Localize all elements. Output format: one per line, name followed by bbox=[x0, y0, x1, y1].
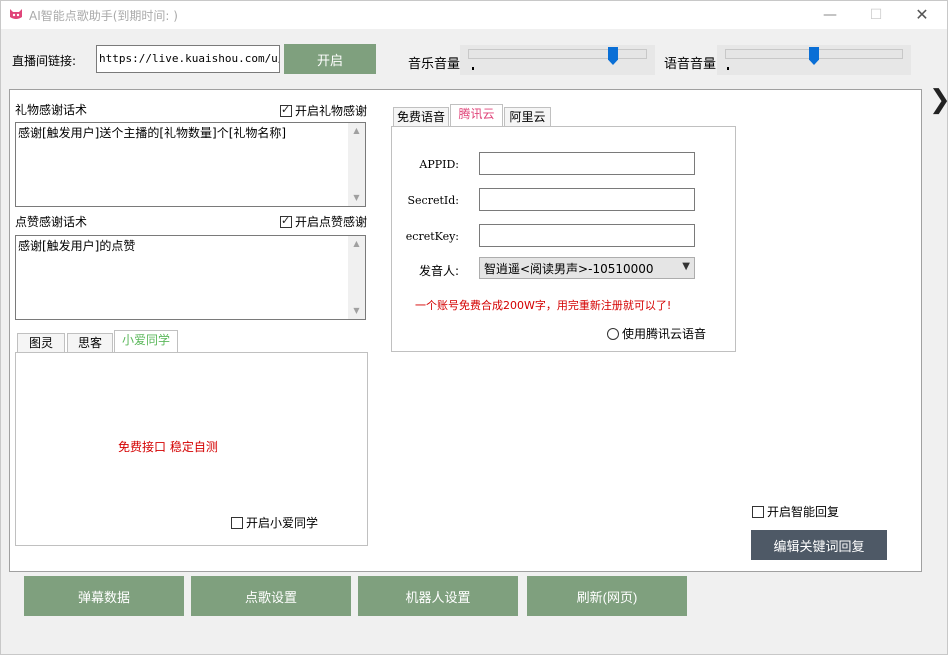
robot-settings-button[interactable]: 机器人设置 bbox=[358, 576, 518, 616]
cat-face-icon bbox=[10, 9, 22, 19]
like-thanks-toggle-label: 开启点赞感谢 bbox=[295, 215, 368, 229]
gift-scrollbar[interactable]: ▲ ▼ bbox=[348, 123, 365, 206]
tab-free-voice[interactable]: 免费语音 bbox=[393, 107, 449, 127]
voice-volume-thumb[interactable] bbox=[809, 47, 819, 65]
smart-reply-toggle[interactable]: 开启智能回复 bbox=[752, 503, 839, 520]
gift-thanks-toggle[interactable]: 开启礼物感谢 bbox=[280, 102, 367, 119]
edit-keyword-reply-button[interactable]: 编辑关键词回复 bbox=[751, 530, 887, 560]
use-tencent-voice-radio[interactable] bbox=[607, 328, 619, 340]
close-button[interactable]: ✕ bbox=[899, 1, 945, 29]
tab-tencent[interactable]: 腾讯云 bbox=[450, 104, 503, 126]
voice-volume-label: 语音音量 bbox=[664, 57, 717, 72]
music-volume-label: 音乐音量 bbox=[408, 57, 461, 72]
music-volume-tick bbox=[472, 67, 474, 70]
speaker-select[interactable]: 智逍遥<阅读男声>-10510000 ▼ bbox=[479, 257, 695, 279]
title-bar: AI智能点歌助手(到期时间: ) — ☐ ✕ bbox=[1, 1, 947, 29]
use-tencent-voice-option[interactable]: 使用腾讯云语音 bbox=[607, 325, 706, 342]
minimize-button[interactable]: — bbox=[807, 1, 853, 29]
live-url-input[interactable]: https://live.kuaishou.com/u/3x bbox=[96, 45, 280, 73]
url-label: 直播间链接: bbox=[12, 54, 77, 68]
appid-input[interactable] bbox=[479, 152, 695, 175]
maximize-button[interactable]: ☐ bbox=[853, 1, 899, 29]
xiaoai-toggle[interactable]: 开启小爱同学 bbox=[231, 514, 318, 531]
scroll-down-icon[interactable]: ▼ bbox=[348, 303, 365, 319]
secretid-label: SecretId: bbox=[407, 194, 460, 207]
voice-volume-slider[interactable] bbox=[717, 45, 911, 75]
music-volume-thumb[interactable] bbox=[607, 47, 618, 65]
smart-reply-toggle-label: 开启智能回复 bbox=[767, 505, 840, 519]
scroll-up-icon[interactable]: ▲ bbox=[348, 236, 365, 252]
window-title: AI智能点歌助手(到期时间: ) bbox=[29, 9, 178, 23]
like-thanks-toggle[interactable]: 开启点赞感谢 bbox=[280, 213, 367, 230]
use-tencent-voice-label: 使用腾讯云语音 bbox=[622, 327, 707, 341]
like-scrollbar[interactable]: ▲ ▼ bbox=[348, 236, 365, 319]
xiaoai-notice: 免费接口 稳定自测 bbox=[118, 440, 218, 454]
gift-thanks-checkbox[interactable] bbox=[280, 103, 292, 117]
gift-thanks-textarea[interactable]: 感谢[触发用户]送个主播的[礼物数量]个[礼物名称] ▲ ▼ bbox=[15, 122, 366, 207]
song-settings-button[interactable]: 点歌设置 bbox=[191, 576, 351, 616]
danmaku-data-button[interactable]: 弹幕数据 bbox=[24, 576, 184, 616]
music-volume-slider[interactable] bbox=[460, 45, 655, 75]
app-window: AI智能点歌助手(到期时间: ) — ☐ ✕ 直播间链接: https://li… bbox=[0, 0, 948, 655]
chevron-down-icon: ▼ bbox=[682, 261, 690, 272]
secretkey-label: ecretKey: bbox=[405, 230, 459, 243]
music-volume-track bbox=[468, 49, 647, 59]
start-button[interactable]: 开启 bbox=[284, 44, 376, 74]
xiaoai-checkbox[interactable] bbox=[231, 517, 243, 529]
secretid-input[interactable] bbox=[479, 188, 695, 211]
tab-aliyun[interactable]: 阿里云 bbox=[504, 107, 551, 127]
appid-label: APPID: bbox=[419, 158, 459, 171]
refresh-webpage-button[interactable]: 刷新(网页) bbox=[527, 576, 687, 616]
gift-thanks-text: 感谢[触发用户]送个主播的[礼物数量]个[礼物名称] bbox=[18, 126, 287, 140]
gift-thanks-toggle-label: 开启礼物感谢 bbox=[295, 104, 368, 118]
like-thanks-textarea[interactable]: 感谢[触发用户]的点赞 ▲ ▼ bbox=[15, 235, 366, 320]
tab-tuling[interactable]: 图灵 bbox=[17, 333, 65, 353]
like-thanks-checkbox[interactable] bbox=[280, 214, 292, 228]
smart-reply-checkbox[interactable] bbox=[752, 506, 764, 518]
xiaoai-toggle-label: 开启小爱同学 bbox=[246, 516, 319, 530]
like-thanks-label: 点赞感谢话术 bbox=[15, 215, 88, 229]
gift-thanks-label: 礼物感谢话术 bbox=[15, 103, 88, 117]
tencent-notice: 一个账号免费合成200W字，用完重新注册就可以了! bbox=[415, 299, 672, 312]
chevron-right-icon[interactable]: ❯ bbox=[929, 85, 948, 115]
speaker-value: 智逍遥<阅读男声>-10510000 bbox=[484, 262, 654, 276]
like-thanks-text: 感谢[触发用户]的点赞 bbox=[18, 239, 136, 253]
voice-volume-tick bbox=[727, 67, 729, 70]
tab-xiaoai[interactable]: 小爱同学 bbox=[114, 330, 178, 352]
secretkey-input[interactable] bbox=[479, 224, 695, 247]
scroll-up-icon[interactable]: ▲ bbox=[348, 123, 365, 139]
speaker-label: 发音人: bbox=[418, 264, 459, 278]
tab-sike[interactable]: 思客 bbox=[67, 333, 113, 353]
scroll-down-icon[interactable]: ▼ bbox=[348, 190, 365, 206]
